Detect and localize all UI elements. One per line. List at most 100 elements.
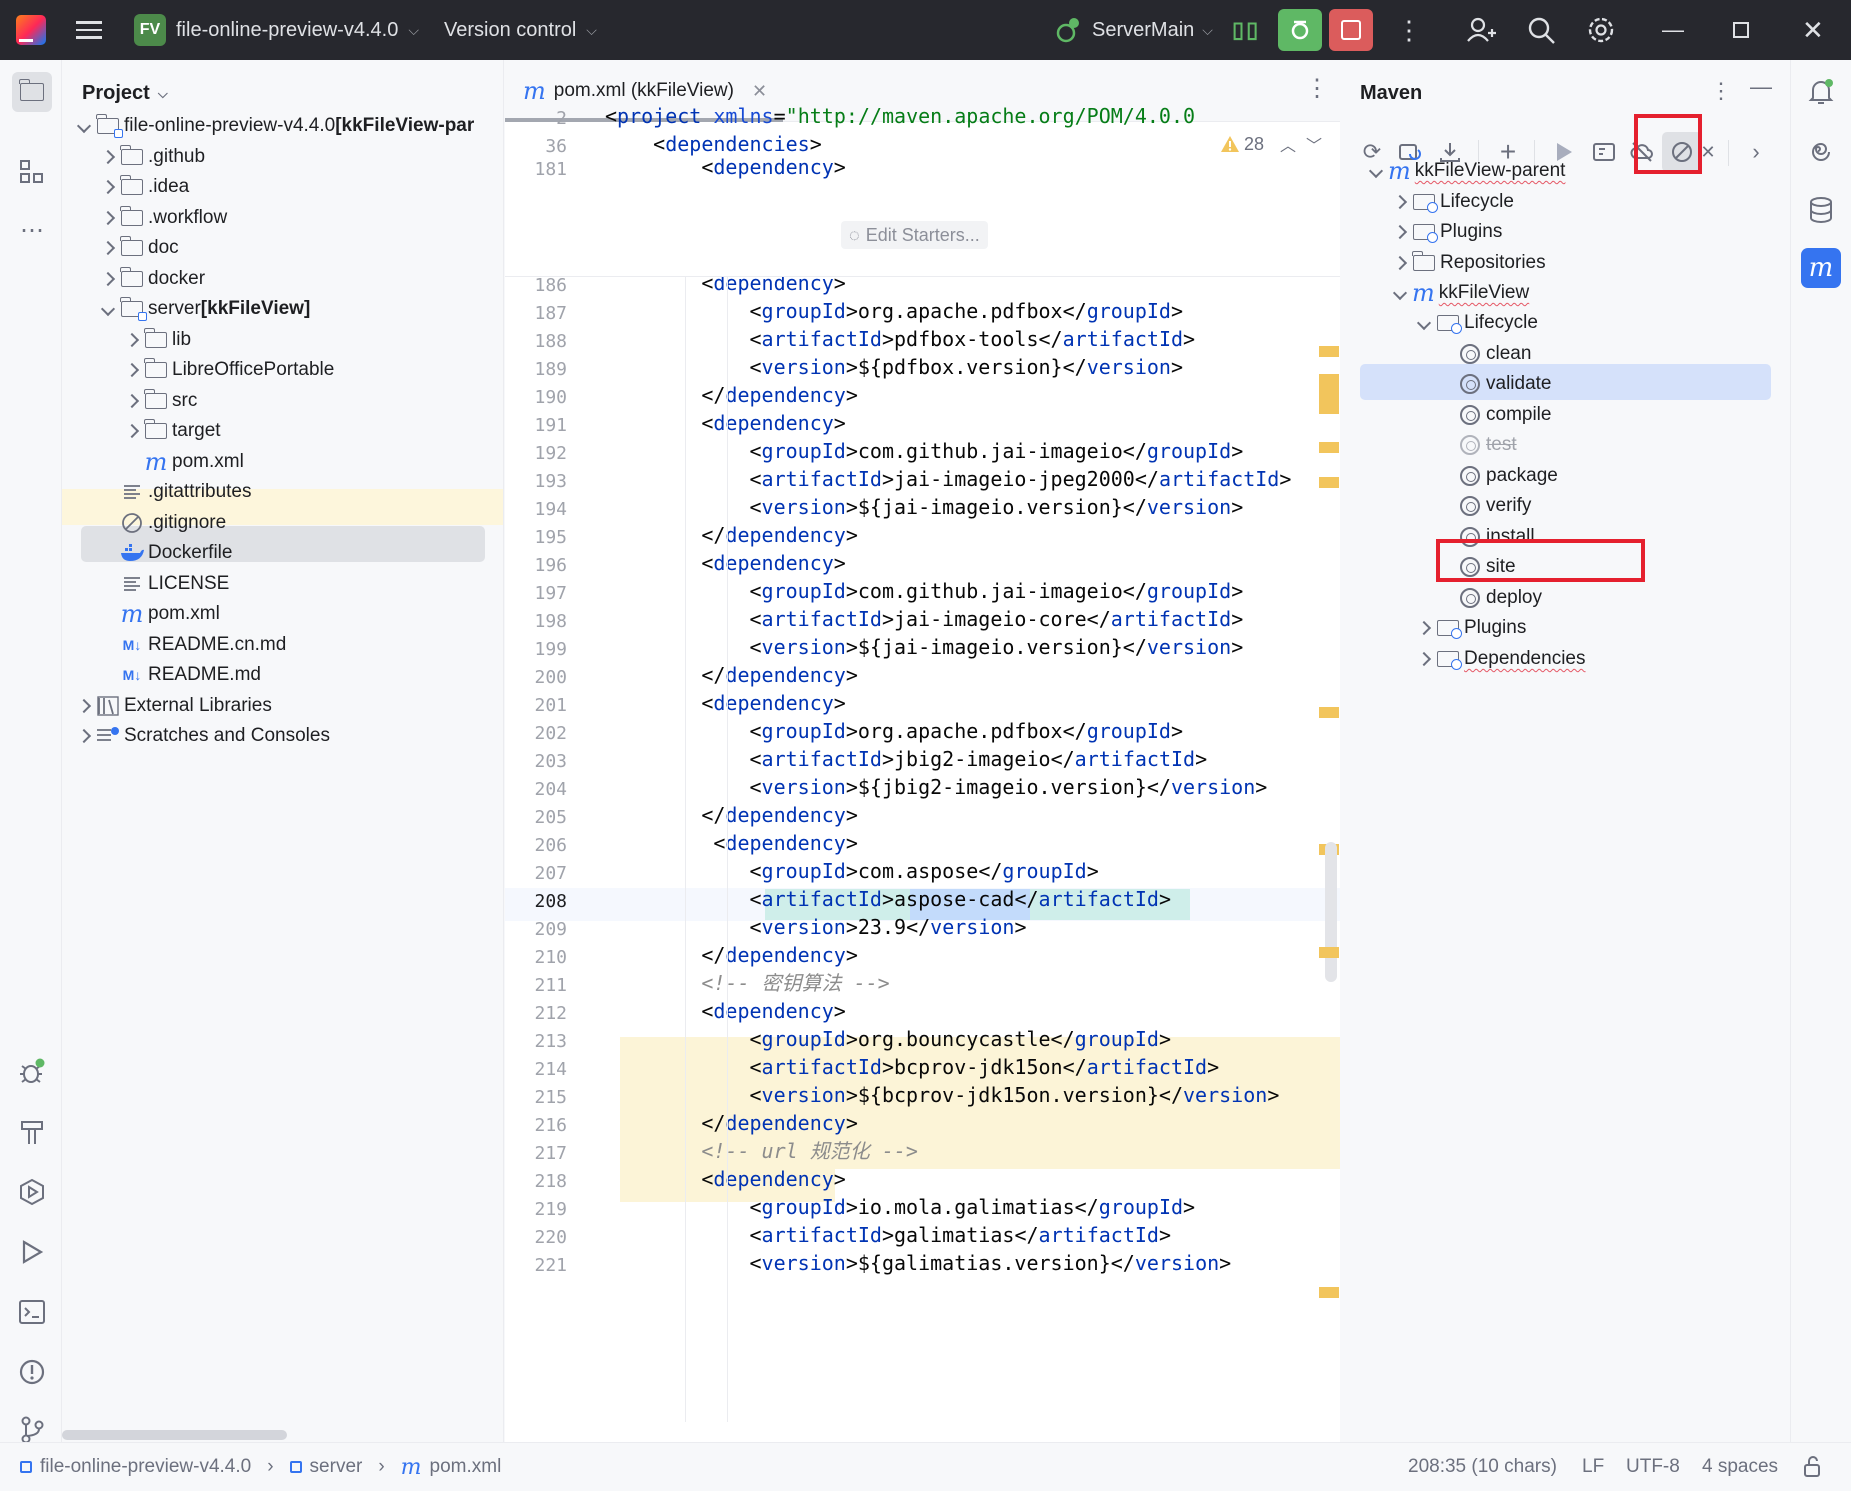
lifecycle-goal-gear-icon: [1460, 588, 1480, 608]
maven-tool-icon[interactable]: m: [1801, 248, 1841, 288]
vertical-scrollbar[interactable]: [1325, 842, 1337, 982]
chevron-right-icon[interactable]: [1388, 255, 1412, 271]
horizontal-scrollbar[interactable]: [62, 1430, 287, 1440]
chevron-right-icon[interactable]: [1412, 620, 1436, 636]
problems-icon[interactable]: [12, 1352, 52, 1392]
run-icon[interactable]: [12, 1232, 52, 1272]
caret-position[interactable]: 208:35 (10 chars): [1408, 1443, 1557, 1491]
tree-item-label: Dockerfile: [148, 542, 233, 563]
edit-starters-button[interactable]: ◌ Edit Starters...: [841, 221, 988, 249]
run-configuration-selector[interactable]: ServerMain ⌵: [1054, 0, 1213, 60]
close-tab-icon[interactable]: ✕: [752, 81, 767, 102]
notifications-bell-icon[interactable]: [1801, 72, 1841, 112]
lifecycle-goal-gear-icon: [1460, 466, 1480, 486]
pause-icon[interactable]: ▯▯: [1232, 0, 1260, 60]
change-marker: [1319, 947, 1339, 958]
maven-tree-label: deploy: [1486, 587, 1542, 608]
line-number: 186: [534, 275, 567, 296]
chevron-right-icon[interactable]: [120, 423, 144, 439]
project-panel-header[interactable]: Project ⌵: [82, 82, 168, 105]
maven-folder-icon: [1412, 191, 1438, 213]
terminal-icon[interactable]: [12, 1292, 52, 1332]
chevron-down-icon[interactable]: [72, 118, 96, 134]
inspection-widget[interactable]: 28 ︿ ﹀: [1220, 132, 1322, 156]
chevron-down-icon[interactable]: [1364, 163, 1388, 179]
more-tools-icon[interactable]: ⋯: [12, 210, 52, 250]
chevron-right-icon[interactable]: [96, 179, 120, 195]
build-hammer-icon[interactable]: [12, 1112, 52, 1152]
breadcrumb-project[interactable]: file-online-preview-v4.4.0: [40, 1456, 251, 1478]
services-icon[interactable]: [12, 1172, 52, 1212]
code-area[interactable]: 185 </dependency>186 <dependency>187 <gr…: [505, 122, 1340, 1442]
chevron-right-icon[interactable]: [96, 271, 120, 287]
project-tool-folder-icon[interactable]: [12, 72, 52, 112]
database-icon[interactable]: [1801, 190, 1841, 230]
line-number: 187: [534, 303, 567, 324]
maximize-window-icon[interactable]: [1733, 0, 1749, 60]
search-icon[interactable]: [1526, 0, 1556, 60]
rerun-debug-button[interactable]: [1278, 9, 1322, 51]
chevron-right-icon[interactable]: [72, 698, 96, 714]
project-switcher[interactable]: FV file-online-preview-v4.4.0 ⌵: [134, 0, 419, 60]
line-separator[interactable]: LF: [1582, 1443, 1604, 1491]
ai-assistant-icon[interactable]: [1801, 132, 1841, 172]
text-file-icon: [120, 481, 144, 503]
project-tree-item[interactable]: Scratches and Consoles: [62, 718, 503, 754]
chevron-right-icon[interactable]: [120, 332, 144, 348]
maven-letter: m: [144, 448, 168, 476]
stop-button[interactable]: [1329, 9, 1373, 51]
indent-guide: [685, 122, 686, 1422]
structure-icon[interactable]: [12, 152, 52, 192]
editor-more-icon[interactable]: ⋮: [1305, 74, 1329, 103]
breadcrumb-module[interactable]: server: [310, 1456, 363, 1478]
maven-tree-item[interactable]: Dependencies: [1412, 641, 1585, 677]
docker-icon: [120, 542, 144, 564]
maven-file-icon: m: [523, 77, 546, 105]
execute-maven-goal-icon[interactable]: [1584, 132, 1624, 172]
chevron-right-icon[interactable]: [120, 393, 144, 409]
chevron-right-icon[interactable]: [96, 210, 120, 226]
maven-tree-label: package: [1486, 465, 1558, 486]
chevron-right-icon[interactable]: [72, 728, 96, 744]
maven-tree-label: Repositories: [1440, 252, 1546, 273]
markdown-icon: M↓: [122, 637, 142, 653]
chevron-right-icon[interactable]: [1388, 224, 1412, 240]
line-number: 194: [534, 499, 567, 520]
tree-item-label: README.md: [148, 664, 261, 685]
change-marker: [1319, 1287, 1339, 1298]
chevron-right-icon[interactable]: [1412, 651, 1436, 667]
breadcrumb-file[interactable]: pom.xml: [430, 1456, 502, 1478]
sticky-line-number: 36: [545, 136, 567, 157]
maven-options-icon[interactable]: ⋮: [1710, 78, 1732, 104]
lock-icon[interactable]: [1802, 1455, 1824, 1485]
chevron-down-icon[interactable]: [96, 301, 120, 317]
tree-item-label: file-online-preview-v4.4.0: [124, 115, 336, 136]
indent-setting[interactable]: 4 spaces: [1702, 1443, 1778, 1491]
chevron-right-icon[interactable]: [96, 240, 120, 256]
debug-icon[interactable]: [12, 1052, 52, 1092]
chevron-down-icon: ⌵: [586, 21, 597, 38]
folder-shape: [1413, 224, 1438, 243]
line-number: 192: [534, 443, 567, 464]
more-actions-icon[interactable]: ⋮: [1396, 0, 1422, 60]
chevron-right-icon[interactable]: [96, 149, 120, 165]
close-window-icon[interactable]: ✕: [1802, 0, 1824, 60]
chevron-down-icon[interactable]: [1388, 285, 1412, 301]
version-control-menu[interactable]: Version control ⌵: [444, 0, 597, 60]
chevron-right-icon[interactable]: [120, 362, 144, 378]
hide-panel-icon[interactable]: —: [1750, 74, 1772, 100]
previous-highlight-icon[interactable]: ︿: [1280, 132, 1296, 156]
folder-shape: [120, 297, 147, 321]
file-encoding[interactable]: UTF-8: [1626, 1443, 1680, 1491]
edit-starters-label: Edit Starters...: [865, 224, 980, 245]
settings-gear-icon[interactable]: [1586, 0, 1616, 60]
add-user-icon[interactable]: [1466, 0, 1496, 60]
main-menu-icon[interactable]: [76, 0, 102, 60]
line-number: 201: [534, 695, 567, 716]
toolbar-separator: [1728, 140, 1729, 166]
minimize-window-icon[interactable]: —: [1662, 0, 1684, 60]
chevron-right-icon[interactable]: [1388, 194, 1412, 210]
chevron-down-icon[interactable]: [1412, 315, 1436, 331]
next-highlight-icon[interactable]: ﹀: [1306, 132, 1322, 156]
toolbar-overflow-chevron-icon[interactable]: ›: [1736, 132, 1776, 172]
